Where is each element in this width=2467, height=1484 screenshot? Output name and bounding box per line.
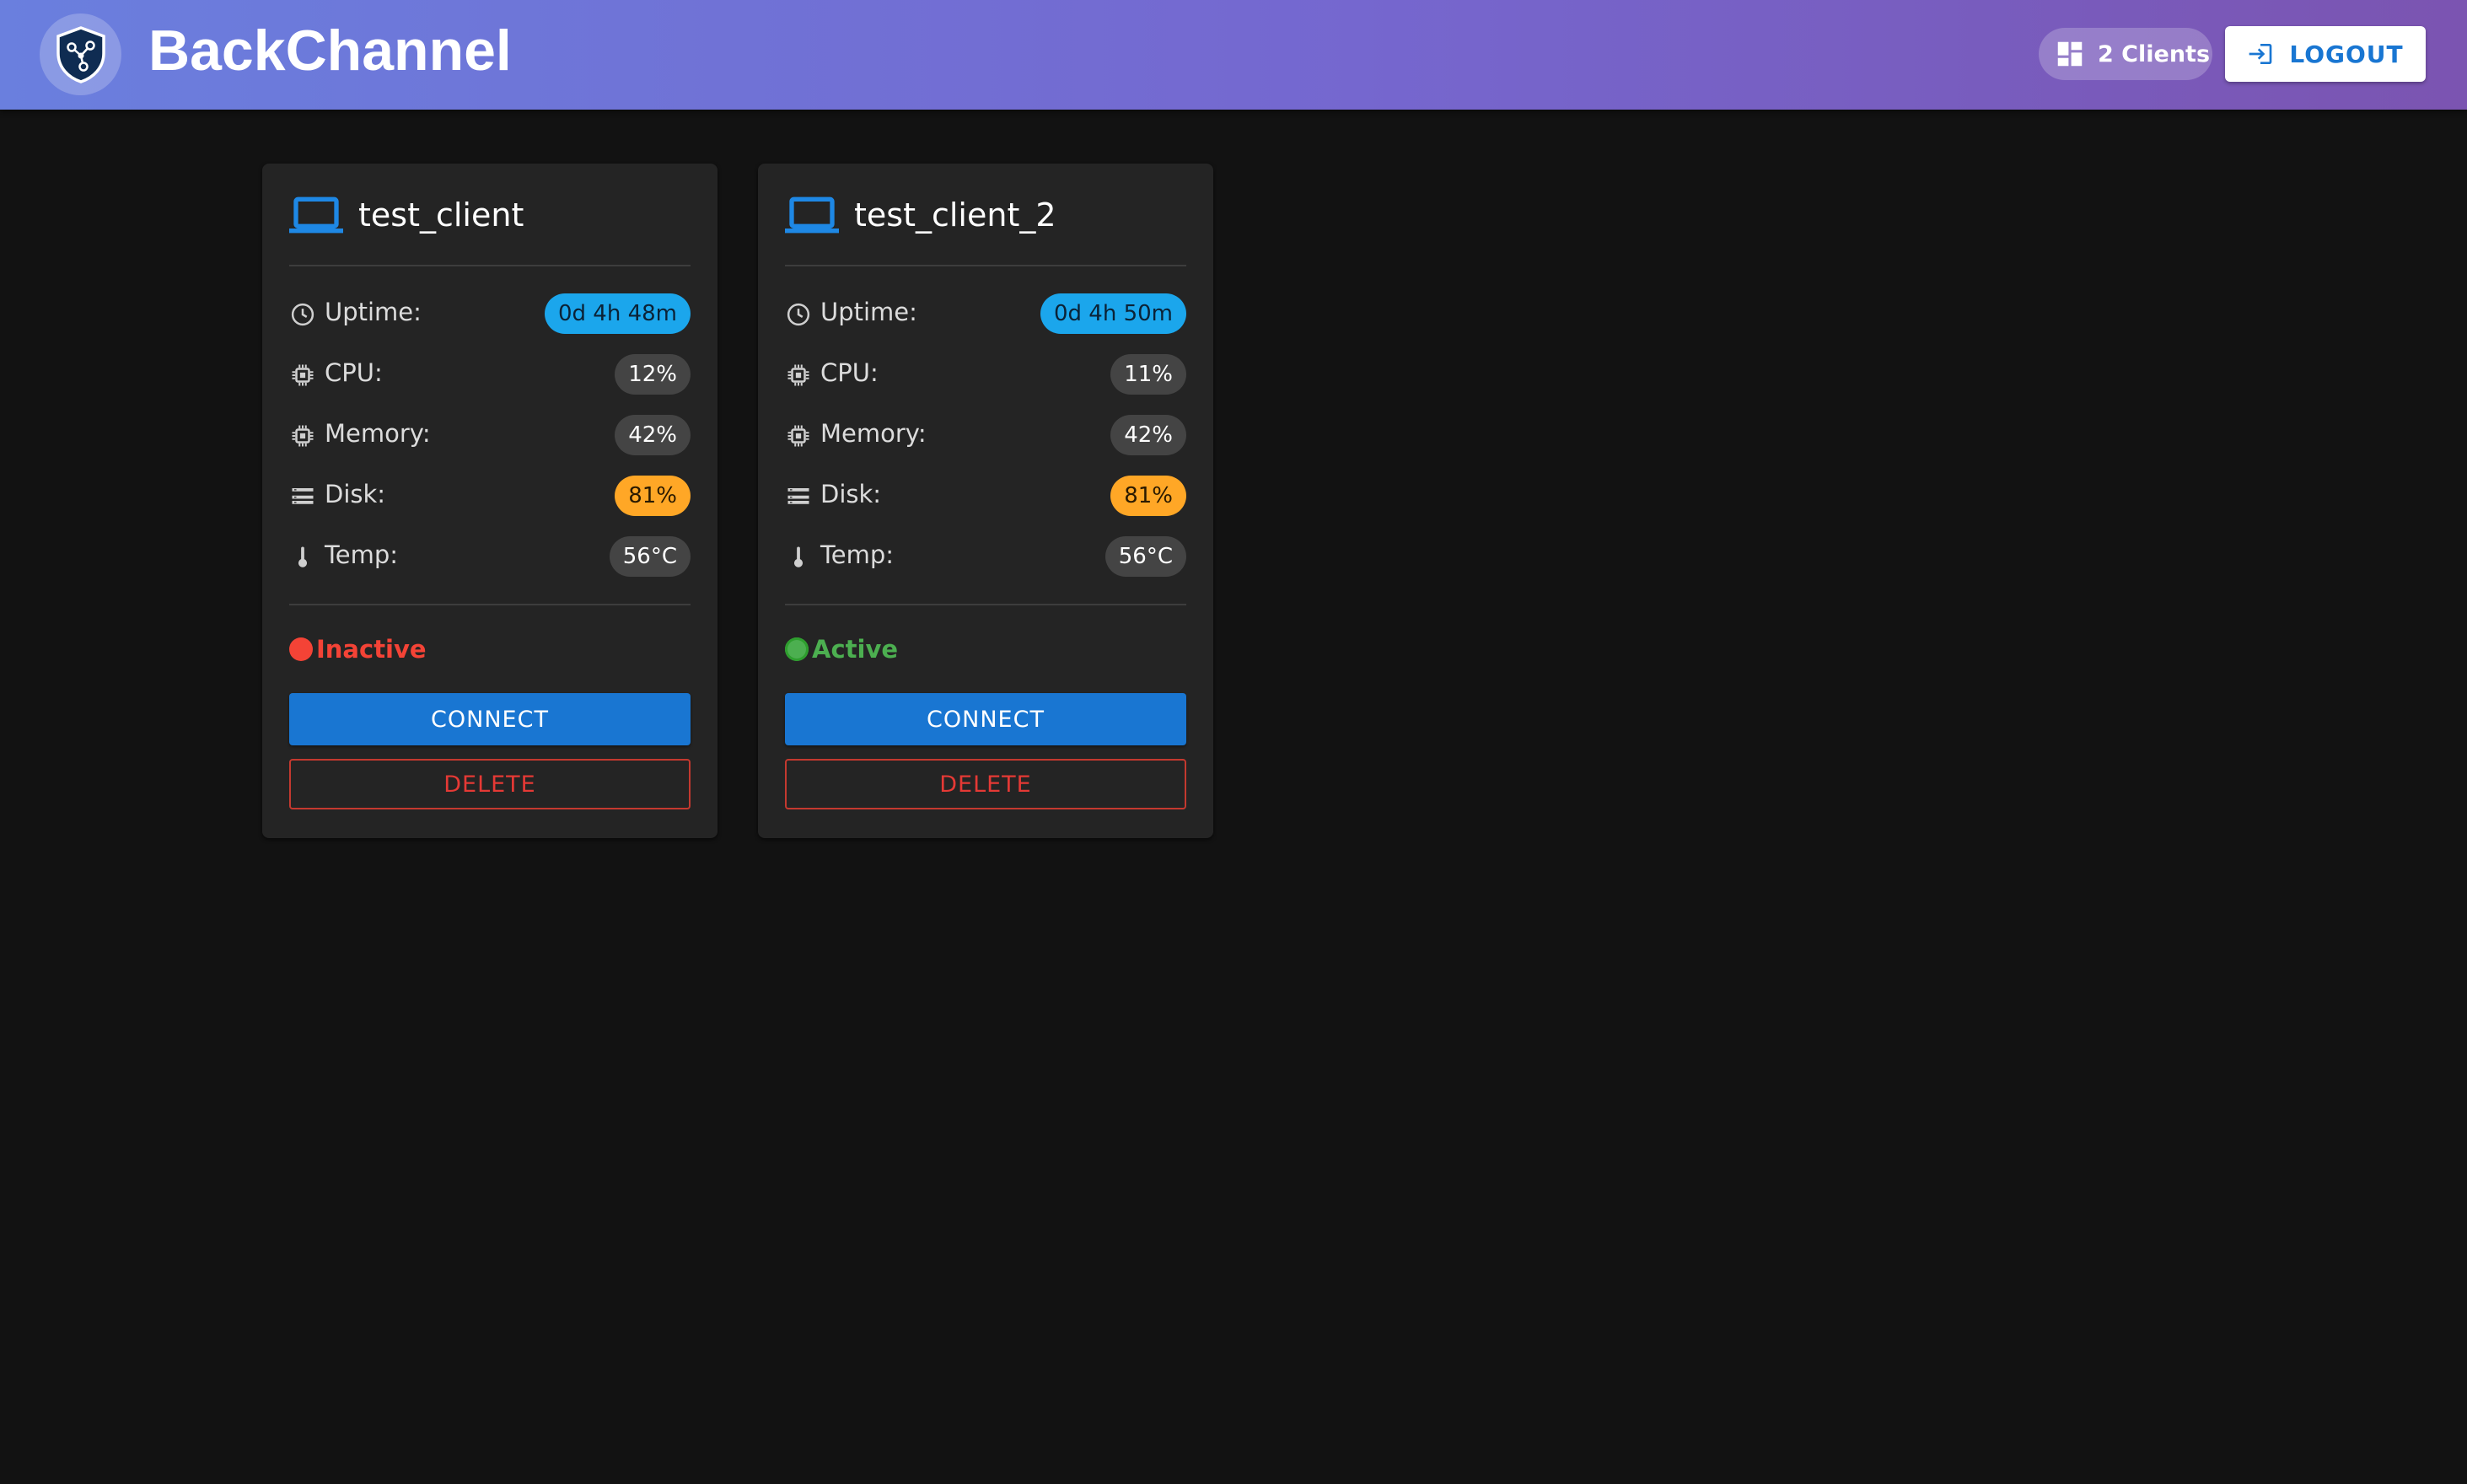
- stat-label: Memory:: [325, 419, 431, 448]
- client-card: test_client Uptime: 0d 4h 48m CPU: 12% M…: [262, 164, 718, 838]
- stat-row-cpu: CPU: 12%: [289, 352, 691, 396]
- status-indicator: Inactive: [289, 632, 427, 666]
- disk-value: 81%: [1110, 476, 1186, 516]
- client-card: test_client_2 Uptime: 0d 4h 50m CPU: 11%…: [758, 164, 1213, 838]
- memory-value: 42%: [615, 415, 691, 455]
- divider: [785, 604, 1186, 605]
- stat-label: Uptime:: [820, 298, 917, 326]
- stat-row-uptime: Uptime: 0d 4h 50m: [785, 292, 1186, 336]
- status-text: Inactive: [316, 635, 427, 664]
- delete-button[interactable]: DELETE: [289, 759, 691, 809]
- stat-label: CPU:: [325, 358, 383, 387]
- logo: [40, 13, 121, 95]
- divider: [289, 265, 691, 266]
- chip-icon: [292, 425, 314, 447]
- stat-label: Memory:: [820, 419, 927, 448]
- status-dot-active: [785, 637, 809, 661]
- dashboard-icon: [2057, 41, 2083, 67]
- uptime-value: 0d 4h 48m: [544, 293, 691, 334]
- shield-network-icon: [56, 25, 105, 83]
- storage-icon: [292, 488, 314, 504]
- divider: [785, 265, 1186, 266]
- storage-icon: [787, 488, 809, 504]
- laptop-icon: [289, 196, 343, 234]
- cpu-value: 12%: [615, 354, 691, 395]
- card-header: test_client: [289, 191, 524, 239]
- stat-row-memory: Memory: 42%: [785, 413, 1186, 457]
- logout-button[interactable]: LOGOUT: [2225, 26, 2426, 82]
- status-dot-inactive: [289, 637, 313, 661]
- stat-row-temp: Temp: 56°C: [289, 535, 691, 578]
- brand-title: BackChannel: [148, 19, 512, 83]
- laptop-icon: [785, 196, 839, 234]
- stat-label: Temp:: [820, 540, 895, 569]
- disk-value: 81%: [615, 476, 691, 516]
- delete-button[interactable]: DELETE: [785, 759, 1186, 809]
- cpu-value: 11%: [1110, 354, 1186, 395]
- chip-icon: [787, 425, 809, 447]
- thermometer-icon: [298, 546, 307, 567]
- clock-icon: [787, 303, 810, 326]
- chip-icon: [787, 364, 809, 386]
- uptime-value: 0d 4h 50m: [1040, 293, 1186, 334]
- client-name: test_client_2: [854, 196, 1056, 234]
- divider: [289, 604, 691, 605]
- thermometer-icon: [794, 546, 803, 567]
- connect-button[interactable]: CONNECT: [289, 693, 691, 745]
- stat-row-memory: Memory: 42%: [289, 413, 691, 457]
- stat-row-temp: Temp: 56°C: [785, 535, 1186, 578]
- stat-label: Uptime:: [325, 298, 422, 326]
- logout-label: LOGOUT: [2289, 40, 2404, 68]
- status-indicator: Active: [785, 632, 898, 666]
- stat-label: Disk:: [325, 480, 386, 508]
- stat-row-disk: Disk: 81%: [785, 474, 1186, 518]
- clients-count-chip: 2 Clients: [2039, 28, 2212, 80]
- temp-value: 56°C: [609, 536, 691, 577]
- stat-label: Temp:: [325, 540, 399, 569]
- stat-row-uptime: Uptime: 0d 4h 48m: [289, 292, 691, 336]
- connect-button[interactable]: CONNECT: [785, 693, 1186, 745]
- clients-count-label: 2 Clients: [2098, 40, 2211, 67]
- client-name: test_client: [358, 196, 524, 234]
- stat-label: CPU:: [820, 358, 879, 387]
- card-header: test_client_2: [785, 191, 1056, 239]
- chip-icon: [292, 364, 314, 386]
- stat-row-cpu: CPU: 11%: [785, 352, 1186, 396]
- memory-value: 42%: [1110, 415, 1186, 455]
- stat-row-disk: Disk: 81%: [289, 474, 691, 518]
- login-arrow-icon: [2249, 44, 2272, 64]
- stat-label: Disk:: [820, 480, 882, 508]
- temp-value: 56°C: [1105, 536, 1186, 577]
- app-bar: BackChannel 2 Clients LOGOUT: [0, 0, 2467, 110]
- clock-icon: [291, 303, 314, 326]
- status-text: Active: [812, 635, 899, 664]
